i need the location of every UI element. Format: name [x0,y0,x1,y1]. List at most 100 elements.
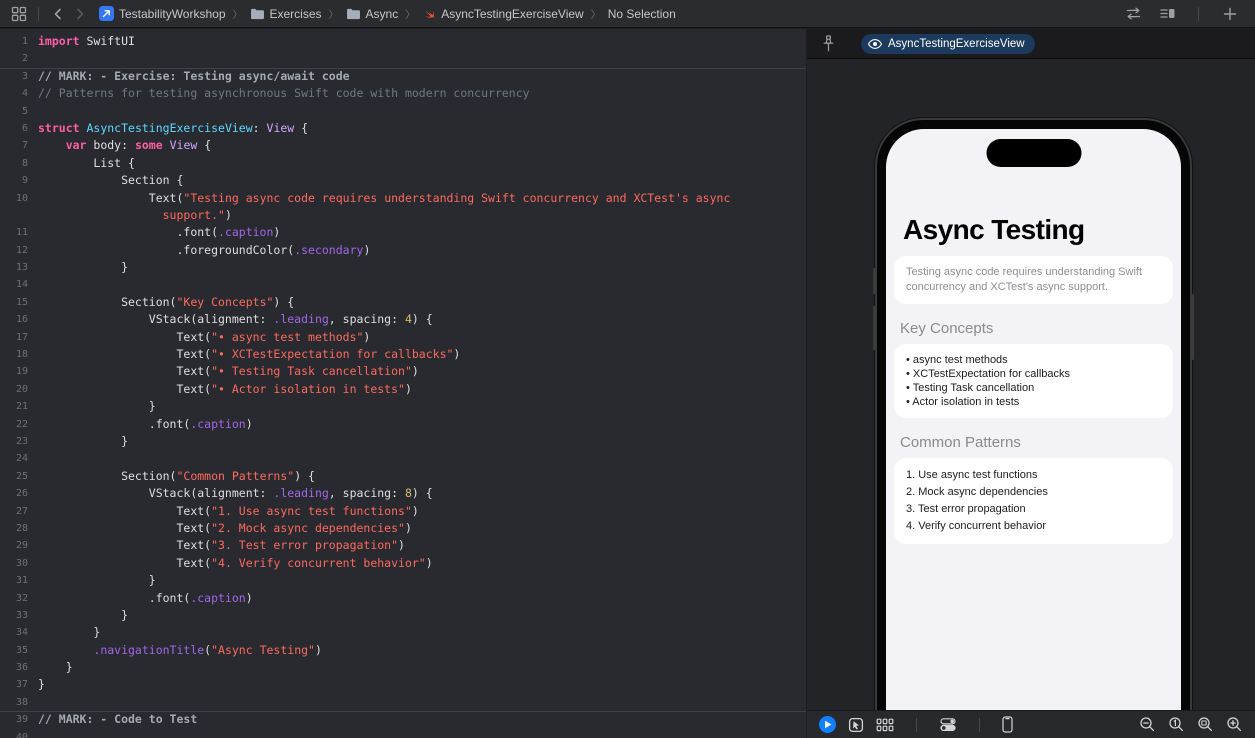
code-line[interactable]: 29 Text("3. Test error propagation") [0,537,806,554]
code-line[interactable]: 18 Text("• XCTestExpectation for callbac… [0,346,806,363]
code-line[interactable]: support.") [0,207,806,224]
line-number-gutter[interactable]: 29 [0,537,38,554]
line-number-gutter[interactable]: 37 [0,676,38,693]
line-number-gutter[interactable]: 1 [0,33,38,50]
live-preview-play-icon[interactable] [819,716,836,733]
line-number-gutter[interactable]: 10 [0,190,38,207]
line-number-gutter[interactable]: 31 [0,572,38,589]
code-line[interactable]: 4// Patterns for testing asynchronous Sw… [0,85,806,102]
code-line[interactable]: 16 VStack(alignment: .leading, spacing: … [0,311,806,328]
code-line[interactable]: 2 [0,50,806,67]
line-number-gutter[interactable]: 20 [0,381,38,398]
code-line[interactable]: 36 } [0,659,806,676]
line-number-gutter[interactable]: 35 [0,642,38,659]
zoom-fit-icon[interactable] [1197,716,1214,733]
line-number-gutter[interactable]: 3 [0,68,38,85]
navigate-forward-icon[interactable] [69,3,91,25]
variants-mode-icon[interactable] [876,718,894,732]
source-editor[interactable]: 1 import SwiftUI 2 3// MARK: - Exercise: Te… [0,29,806,738]
device-icon[interactable] [1002,716,1013,733]
code-line[interactable]: 5 [0,103,806,120]
line-number-gutter[interactable]: 25 [0,468,38,485]
line-number-gutter[interactable]: 12 [0,242,38,259]
line-number-gutter[interactable]: 21 [0,398,38,415]
pin-preview-icon[interactable] [817,33,839,55]
line-number-gutter[interactable]: 30 [0,555,38,572]
navigate-back-icon[interactable] [47,3,69,25]
code-line[interactable]: 6 struct AsyncTestingExerciseView: View { [0,120,806,137]
line-number-gutter[interactable] [0,207,38,224]
code-line[interactable]: 15 Section("Key Concepts") { [0,294,806,311]
code-line[interactable]: 25 Section("Common Patterns") { [0,468,806,485]
code-line[interactable]: 13 } [0,259,806,276]
breadcrumb-item[interactable]: No Selection [608,7,676,21]
line-number-gutter[interactable]: 39 [0,711,38,728]
breadcrumb-item[interactable]: AsyncTestingExerciseView [422,7,584,21]
code-line[interactable]: 34 } [0,624,806,641]
code-line[interactable]: 8 List { [0,155,806,172]
code-line[interactable]: 12 .foregroundColor(.secondary) [0,242,806,259]
related-items-grid-icon[interactable] [8,3,30,25]
code-line[interactable]: 37} [0,676,806,693]
code-line[interactable]: 35 .navigationTitle("Async Testing") [0,642,806,659]
line-number-gutter[interactable]: 15 [0,294,38,311]
line-number-gutter[interactable]: 22 [0,416,38,433]
line-number-gutter[interactable]: 23 [0,433,38,450]
line-number-gutter[interactable]: 2 [0,50,38,67]
line-number-gutter[interactable]: 36 [0,659,38,676]
zoom-in-icon[interactable] [1226,716,1243,733]
line-number-gutter[interactable]: 13 [0,259,38,276]
select-mode-icon[interactable] [848,717,864,733]
breadcrumb-item[interactable]: Async [346,7,398,21]
code-line[interactable]: 17 Text("• async test methods") [0,329,806,346]
line-number-gutter[interactable]: 27 [0,503,38,520]
line-number-gutter[interactable]: 8 [0,155,38,172]
breadcrumb-item[interactable]: TestabilityWorkshop [99,6,226,21]
code-line[interactable]: 33 } [0,607,806,624]
code-line[interactable]: 30 Text("4. Verify concurrent behavior") [0,555,806,572]
line-number-gutter[interactable]: 11 [0,224,38,241]
line-number-gutter[interactable]: 28 [0,520,38,537]
line-number-gutter[interactable]: 38 [0,694,38,711]
code-line[interactable]: 19 Text("• Testing Task cancellation") [0,363,806,380]
code-line[interactable]: 23 } [0,433,806,450]
line-number-gutter[interactable]: 40 [0,729,38,738]
line-number-gutter[interactable]: 32 [0,590,38,607]
code-line[interactable]: 40 [0,729,806,738]
line-number-gutter[interactable]: 24 [0,450,38,467]
code-line[interactable]: 27 Text("1. Use async test functions") [0,503,806,520]
line-number-gutter[interactable]: 9 [0,172,38,189]
line-number-gutter[interactable]: 26 [0,485,38,502]
line-number-gutter[interactable]: 4 [0,85,38,102]
add-editor-icon[interactable] [1219,3,1241,25]
code-line[interactable]: 21 } [0,398,806,415]
code-line[interactable]: 32 .font(.caption) [0,590,806,607]
line-number-gutter[interactable]: 18 [0,346,38,363]
editor-options-icon[interactable] [1156,3,1178,25]
code-line[interactable]: 3// MARK: - Exercise: Testing async/awai… [0,67,806,85]
device-settings-icon[interactable] [939,717,957,732]
code-line[interactable]: 26 VStack(alignment: .leading, spacing: … [0,485,806,502]
line-number-gutter[interactable]: 33 [0,607,38,624]
code-line[interactable]: 28 Text("2. Mock async dependencies") [0,520,806,537]
code-line[interactable]: 7 var body: some View { [0,137,806,154]
code-line[interactable]: 10 Text("Testing async code requires und… [0,190,806,207]
line-number-gutter[interactable]: 16 [0,311,38,328]
line-number-gutter[interactable]: 17 [0,329,38,346]
code-review-icon[interactable] [1122,3,1144,25]
line-number-gutter[interactable]: 14 [0,276,38,293]
code-line[interactable]: 39// MARK: - Code to Test [0,711,806,728]
code-line[interactable]: 1 import SwiftUI [0,33,806,50]
code-line[interactable]: 38 [0,694,806,711]
zoom-100-icon[interactable] [1168,716,1185,733]
zoom-out-icon[interactable] [1139,716,1156,733]
code-line[interactable]: 14 [0,276,806,293]
breadcrumb-item[interactable]: Exercises [250,7,322,21]
code-line[interactable]: 20 Text("• Actor isolation in tests") [0,381,806,398]
code-line[interactable]: 11 .font(.caption) [0,224,806,241]
code-line[interactable]: 31 } [0,572,806,589]
code-line[interactable]: 22 .font(.caption) [0,416,806,433]
line-number-gutter[interactable]: 7 [0,137,38,154]
line-number-gutter[interactable]: 19 [0,363,38,380]
line-number-gutter[interactable]: 34 [0,624,38,641]
